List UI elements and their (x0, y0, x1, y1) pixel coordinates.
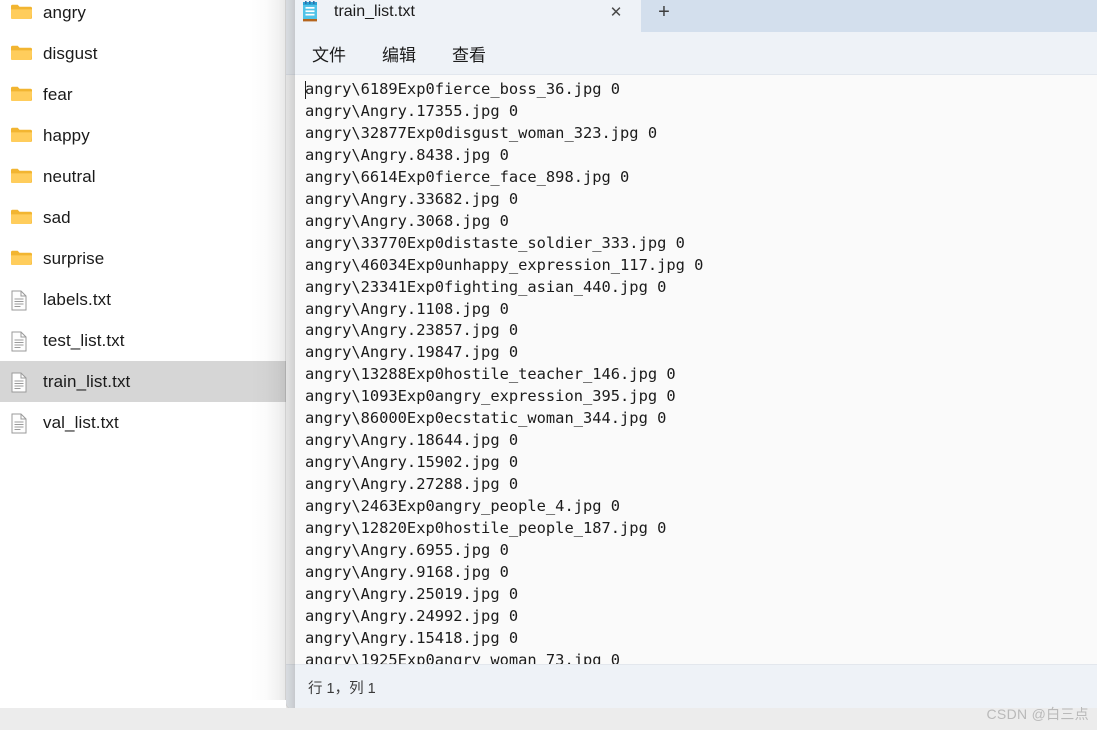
menu-item-1[interactable]: 编辑 (368, 36, 430, 71)
editor-line: angry\Angry.8438.jpg 0 (305, 145, 509, 164)
editor-line: angry\Angry.23857.jpg 0 (305, 321, 519, 340)
editor-line: angry\12820Exp0hostile_people_187.jpg 0 (305, 519, 667, 538)
file-list-item[interactable]: labels.txt (0, 279, 292, 320)
editor-line: angry\Angry.6955.jpg 0 (305, 541, 509, 560)
explorer-bottom-fill (0, 700, 286, 708)
editor-line: angry\Angry.27288.jpg 0 (305, 475, 519, 494)
notepad-window: train_list.txt ✕ + 文件 编辑 查看 angry\6189Exp0… (286, 0, 1097, 710)
menu-item-2[interactable]: 查看 (438, 36, 500, 71)
editor-line: angry\33770Exp0distaste_soldier_333.jpg … (305, 233, 685, 252)
notepad-icon (300, 1, 320, 23)
file-list-item[interactable]: train_list.txt (0, 361, 292, 402)
editor-line: angry\23341Exp0fighting_asian_440.jpg 0 (305, 277, 667, 296)
folder-icon (10, 208, 32, 228)
editor-line: angry\6189Exp0fierce_boss_36.jpg 0 (305, 80, 621, 98)
editor-line: angry\Angry.33682.jpg 0 (305, 189, 519, 208)
tab-title: train_list.txt (334, 3, 415, 20)
editor-line: angry\Angry.17355.jpg 0 (305, 101, 519, 120)
file-list-item[interactable]: surprise (0, 238, 292, 279)
editor-content: angry\6189Exp0fierce_boss_36.jpg 0 angry\… (305, 79, 1097, 664)
plus-icon: + (658, 1, 670, 23)
file-list-item-label: sad (43, 207, 71, 227)
file-list-item-label: val_list.txt (43, 412, 119, 432)
editor-line: angry\46034Exp0unhappy_expression_117.jp… (305, 255, 704, 274)
file-list-item[interactable]: disgust (0, 33, 292, 74)
editor-line: angry\1093Exp0angry_expression_395.jpg 0 (305, 387, 676, 406)
folder-icon (10, 249, 32, 269)
file-list-item-label: neutral (43, 166, 96, 186)
tab-strip: train_list.txt ✕ + (286, 0, 1097, 32)
file-list-item[interactable]: happy (0, 115, 292, 156)
editor-line: angry\6614Exp0fierce_face_898.jpg 0 (305, 167, 630, 186)
file-list-item-label: labels.txt (43, 289, 112, 309)
editor-line: angry\Angry.1108.jpg 0 (305, 299, 509, 318)
editor-line: angry\Angry.25019.jpg 0 (305, 584, 519, 603)
text-editor[interactable]: angry\6189Exp0fierce_boss_36.jpg 0 angry\… (286, 75, 1097, 664)
editor-line: angry\Angry.15902.jpg 0 (305, 453, 519, 472)
file-list-item[interactable]: sad (0, 197, 292, 238)
file-list-item-label: angry (43, 2, 87, 22)
file-list-item-label: train_list.txt (43, 371, 131, 391)
file-icon (10, 290, 32, 310)
file-list-item[interactable]: val_list.txt (0, 402, 292, 443)
new-tab-button[interactable]: + (643, 0, 1083, 32)
editor-line: angry\Angry.9168.jpg 0 (305, 562, 509, 581)
watermark: CSDN @白三点 (986, 706, 1089, 722)
editor-line: angry\13288Exp0hostile_teacher_146.jpg 0 (305, 365, 676, 384)
menu-item-0[interactable]: 文件 (298, 36, 360, 71)
menu-bar: 文件 编辑 查看 (286, 32, 1097, 75)
cursor-position-label: 行 1，列 1 (308, 681, 376, 697)
editor-line: angry\Angry.19847.jpg 0 (305, 343, 519, 362)
editor-line: angry\32877Exp0disgust_woman_323.jpg 0 (305, 123, 658, 142)
folder-icon (10, 126, 32, 146)
folder-icon (10, 167, 32, 187)
screen: angry disgust fear happy neutral sad sur… (0, 0, 1097, 730)
file-icon (10, 413, 32, 433)
close-icon[interactable]: ✕ (601, 0, 631, 27)
editor-line: angry\Angry.18644.jpg 0 (305, 431, 519, 450)
file-list-item[interactable]: neutral (0, 156, 292, 197)
file-list-item[interactable]: test_list.txt (0, 320, 292, 361)
editor-line: angry\1925Exp0angry_woman_73.jpg 0 (305, 650, 621, 664)
editor-line: angry\Angry.15418.jpg 0 (305, 628, 519, 647)
file-list-item[interactable]: angry (0, 0, 292, 33)
editor-line: angry\Angry.3068.jpg 0 (305, 211, 509, 230)
folder-icon (10, 3, 32, 23)
status-bar: 行 1，列 1 (286, 664, 1097, 710)
folder-icon (10, 44, 32, 64)
file-icon (10, 372, 32, 392)
editor-line: angry\86000Exp0ecstatic_woman_344.jpg 0 (305, 409, 667, 428)
file-list: angry disgust fear happy neutral sad sur… (0, 0, 292, 443)
file-list-item-label: fear (43, 84, 73, 104)
file-list-item-label: happy (43, 125, 90, 145)
editor-line: angry\2463Exp0angry_people_4.jpg 0 (305, 497, 621, 516)
file-list-item-label: test_list.txt (43, 330, 125, 350)
file-list-item-label: disgust (43, 43, 98, 63)
desktop-bottom-strip (0, 708, 1097, 730)
file-list-item[interactable]: fear (0, 74, 292, 115)
tab-train-list[interactable]: train_list.txt ✕ (286, 0, 641, 32)
folder-icon (10, 85, 32, 105)
file-explorer-pane: angry disgust fear happy neutral sad sur… (0, 0, 292, 730)
file-list-item-label: surprise (43, 248, 105, 268)
editor-line: angry\Angry.24992.jpg 0 (305, 606, 519, 625)
file-icon (10, 331, 32, 351)
